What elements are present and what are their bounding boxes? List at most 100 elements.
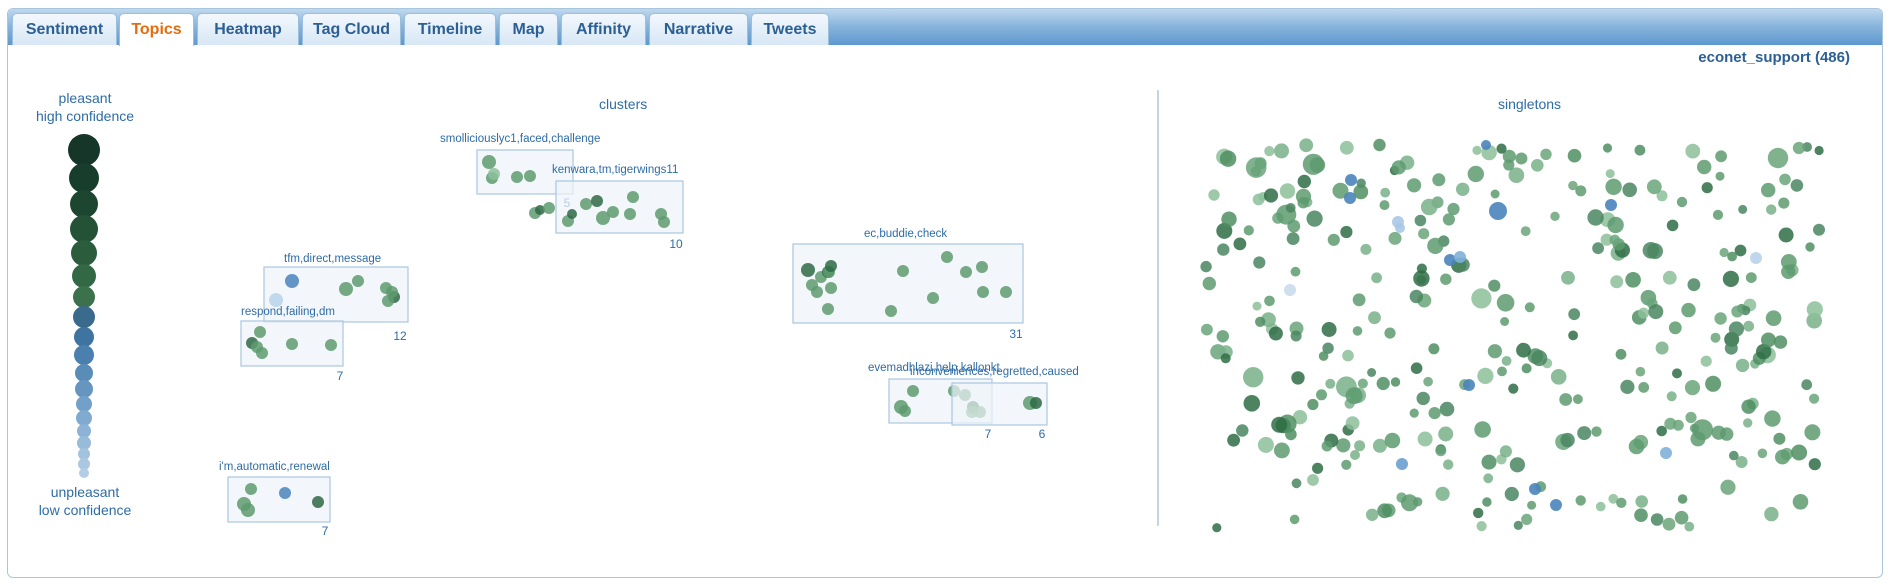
tweet-dot[interactable] <box>241 503 255 517</box>
tweet-dot[interactable] <box>1340 225 1353 239</box>
tweet-dot[interactable] <box>1628 438 1645 455</box>
tweet-dot[interactable] <box>1573 394 1583 405</box>
tweet-dot[interactable] <box>1642 242 1660 259</box>
tweet-dot[interactable] <box>1529 483 1541 495</box>
tweet-dot[interactable] <box>1316 389 1327 401</box>
tweet-dot[interactable] <box>1668 321 1682 335</box>
tweet-dot[interactable] <box>1219 150 1237 167</box>
tweet-dot[interactable] <box>1635 366 1646 377</box>
tweet-dot[interactable] <box>1792 494 1809 510</box>
tweet-dot[interactable] <box>1809 393 1820 404</box>
tweet-dot[interactable] <box>1781 264 1796 279</box>
tweet-dot[interactable] <box>1327 233 1340 246</box>
tweet-dot[interactable] <box>1634 144 1646 156</box>
tweet-dot[interactable] <box>1264 295 1275 307</box>
tweet-dot[interactable] <box>1687 278 1701 292</box>
tweet-dot[interactable] <box>1496 143 1507 154</box>
tweet-dot[interactable] <box>1474 421 1491 438</box>
tweet-dot[interactable] <box>1243 367 1264 388</box>
tweet-dot[interactable] <box>1806 301 1823 318</box>
tweet-dot[interactable] <box>1764 410 1781 427</box>
tweet-dot[interactable] <box>1201 323 1213 336</box>
tweet-dot[interactable] <box>1285 428 1297 441</box>
tweet-dot[interactable] <box>1681 302 1696 318</box>
tweet-dot[interactable] <box>269 293 283 307</box>
tweet-dot[interactable] <box>1672 368 1682 379</box>
tweet-dot[interactable] <box>325 339 337 351</box>
tweet-dot[interactable] <box>1764 506 1779 522</box>
tweet-dot[interactable] <box>1342 349 1354 362</box>
tweet-dot[interactable] <box>1684 521 1695 532</box>
tweet-dot[interactable] <box>1559 393 1573 406</box>
tweet-dot[interactable] <box>1592 242 1604 255</box>
tweet-dot[interactable] <box>1264 146 1275 157</box>
tweet-dot[interactable] <box>254 326 266 338</box>
tweet-dot[interactable] <box>1714 312 1727 325</box>
tweet-dot[interactable] <box>286 338 298 350</box>
tweet-dot[interactable] <box>1384 432 1401 449</box>
tweet-dot[interactable] <box>1341 459 1352 470</box>
tweet-dot[interactable] <box>1390 377 1401 387</box>
tweet-dot[interactable] <box>1321 440 1333 452</box>
tweet-dot[interactable] <box>607 206 619 218</box>
tweet-dot[interactable] <box>1297 174 1312 189</box>
tweet-dot[interactable] <box>1805 242 1815 252</box>
tweet-dot[interactable] <box>1666 391 1677 402</box>
tweet-dot[interactable] <box>1757 448 1768 459</box>
tweet-dot[interactable] <box>1345 387 1363 405</box>
tweet-dot[interactable] <box>658 216 670 228</box>
tweet-dot[interactable] <box>1379 200 1390 211</box>
tweet-dot[interactable] <box>1263 188 1279 203</box>
tweet-dot[interactable] <box>1804 424 1821 441</box>
tweet-dot[interactable] <box>1473 507 1484 519</box>
tweet-dot[interactable] <box>1309 157 1326 173</box>
tweet-dot[interactable] <box>941 251 953 263</box>
cluster[interactable]: i'm,automatic,renewal 7 <box>219 461 331 538</box>
tweet-dot[interactable] <box>1443 459 1454 470</box>
tweet-dot[interactable] <box>1814 145 1824 156</box>
tweet-dot[interactable] <box>488 168 500 180</box>
tweet-dot[interactable] <box>1345 416 1360 430</box>
tweet-dot[interactable] <box>1428 407 1441 420</box>
tweet-dot[interactable] <box>1279 183 1296 199</box>
tweet-dot[interactable] <box>1684 380 1701 396</box>
tweet-dot[interactable] <box>1489 202 1507 220</box>
tweet-dot[interactable] <box>1568 180 1578 191</box>
tweet-dot[interactable] <box>1731 305 1744 318</box>
tweet-dot[interactable] <box>1790 179 1804 192</box>
tweet-dot[interactable] <box>1409 408 1419 418</box>
tweet-dot[interactable] <box>1481 454 1497 470</box>
tweet-dot[interactable] <box>960 266 972 278</box>
tweet-dot[interactable] <box>1307 398 1319 411</box>
tweet-dot[interactable] <box>1352 293 1366 307</box>
tweet-dot[interactable] <box>1766 204 1777 215</box>
tweet-dot[interactable] <box>1345 174 1357 186</box>
tweet-dot[interactable] <box>1371 272 1382 284</box>
tweet-dot[interactable] <box>1497 366 1507 377</box>
tweet-dot[interactable] <box>256 347 268 359</box>
tweet-dot[interactable] <box>1286 232 1300 246</box>
tweet-dot[interactable] <box>1602 143 1613 153</box>
tweet-dot[interactable] <box>1531 159 1544 172</box>
tweet-dot[interactable] <box>1268 326 1283 341</box>
tweet-dot[interactable] <box>1339 140 1354 155</box>
tweet-dot[interactable] <box>1662 517 1676 531</box>
tweet-dot[interactable] <box>1741 399 1756 414</box>
tweet-dot[interactable] <box>1501 356 1512 366</box>
tweet-dot[interactable] <box>1550 369 1567 385</box>
tweet-dot[interactable] <box>1648 304 1664 320</box>
tweet-dot[interactable] <box>624 208 636 220</box>
tweet-dot[interactable] <box>1274 442 1290 459</box>
tweet-dot[interactable] <box>1561 270 1575 285</box>
tweet-dot[interactable] <box>1568 308 1581 321</box>
tweet-dot[interactable] <box>1591 426 1602 437</box>
tweet-dot[interactable] <box>591 195 603 207</box>
tweet-dot[interactable] <box>897 265 909 277</box>
tweet-dot[interactable] <box>1773 335 1788 349</box>
tweet-dot[interactable] <box>1813 223 1825 236</box>
tweet-dot[interactable] <box>1700 355 1712 367</box>
tweet-dot[interactable] <box>1482 497 1492 507</box>
tweet-dot[interactable] <box>1357 378 1368 389</box>
tweet-dot[interactable] <box>1560 432 1575 448</box>
tweet-dot[interactable] <box>1471 288 1492 309</box>
